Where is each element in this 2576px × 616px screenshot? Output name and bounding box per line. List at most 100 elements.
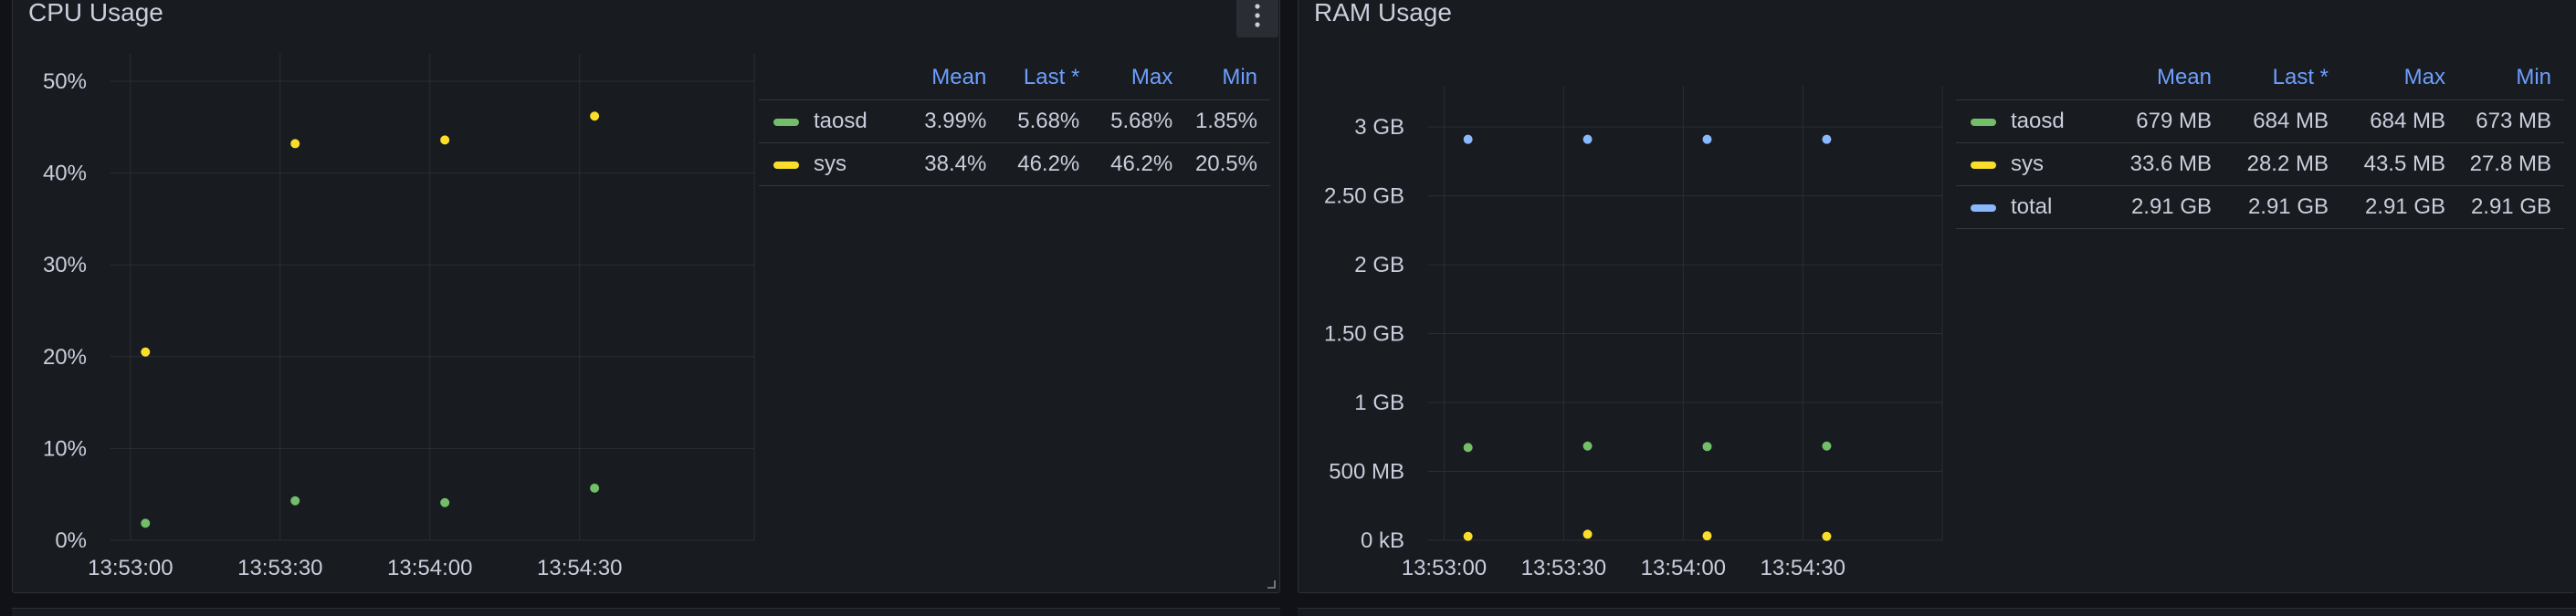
legend-row-sys[interactable]: sys 33.6 MB 28.2 MB 43.5 MB 27.8 MB (1956, 142, 2564, 186)
data-point-sys[interactable] (1463, 531, 1473, 541)
legend-value-last: 2.91 GB (2212, 185, 2329, 229)
legend-value-min: 20.5% (1172, 142, 1270, 186)
legend-row-total[interactable]: total 2.91 GB 2.91 GB 2.91 GB 2.91 GB (1956, 185, 2564, 229)
legend-header-min[interactable]: Min (1172, 56, 1270, 100)
resize-handle-icon[interactable] (1267, 579, 1276, 589)
series-color-swatch (773, 118, 799, 126)
legend-header-min[interactable]: Min (2445, 56, 2564, 100)
y-tick-label: 1 GB (1354, 391, 1404, 415)
legend-header-last[interactable]: Last * (986, 56, 1079, 100)
legend-value-min: 1.85% (1172, 99, 1270, 143)
x-tick-label: 13:53:00 (88, 556, 173, 580)
legend-value-max: 684 MB (2329, 99, 2445, 143)
data-point-sys[interactable] (590, 111, 600, 121)
legend-header-max[interactable]: Max (1079, 56, 1172, 100)
legend-value-max: 43.5 MB (2329, 142, 2445, 186)
series-total (1463, 134, 1832, 144)
legend-series-name[interactable]: taosd (1956, 99, 2093, 143)
y-tick-label: 10% (43, 436, 87, 461)
data-point-total[interactable] (1582, 134, 1593, 144)
legend-series-name[interactable]: sys (759, 142, 894, 186)
series-label: taosd (814, 109, 867, 133)
legend-value-mean: 679 MB (2093, 99, 2212, 143)
data-point-sys[interactable] (440, 135, 450, 145)
data-point-taosd[interactable] (141, 518, 151, 528)
legend-header-row: Mean Last * Max Min (759, 56, 1270, 100)
legend-value-last: 46.2% (986, 142, 1080, 186)
ram-usage-panel: RAM Usage 0 kB 500 MB 1 GB 1.50 GB 2 GB 2.50 … (1298, 0, 2576, 593)
x-tick-label: 13:53:00 (1402, 556, 1487, 580)
legend-value-max: 5.68% (1079, 99, 1173, 143)
legend-row-taosd[interactable]: taosd 679 MB 684 MB 684 MB 673 MB (1956, 99, 2564, 143)
data-point-taosd[interactable] (590, 483, 600, 493)
legend-series-name[interactable]: taosd (759, 99, 894, 143)
y-tick-label: 0 kB (1361, 528, 1404, 553)
y-tick-label: 3 GB (1354, 115, 1404, 140)
y-tick-label: 1.50 GB (1324, 322, 1404, 347)
ram-legend-table: Mean Last * Max Min taosd 679 MB 684 MB … (1956, 56, 2564, 229)
legend-header-mean[interactable]: Mean (2093, 56, 2212, 100)
legend-value-last: 684 MB (2212, 99, 2329, 143)
y-tick-label: 50% (43, 69, 87, 94)
series-label: total (2011, 194, 2053, 219)
y-tick-label: 2.50 GB (1324, 184, 1404, 209)
legend-value-min: 2.91 GB (2445, 185, 2564, 229)
cpu-usage-panel: CPU Usage 0% 10% 20% 30% 40% 50% 13:53:00 13:53… (12, 0, 1280, 593)
legend-header-max[interactable]: Max (2329, 56, 2445, 100)
legend-value-max: 2.91 GB (2329, 185, 2445, 229)
legend-series-name[interactable]: sys (1956, 142, 2093, 186)
y-tick-label: 2 GB (1354, 253, 1404, 277)
legend-value-mean: 3.99% (893, 99, 987, 143)
series-color-swatch (1971, 161, 1996, 169)
legend-row-taosd[interactable]: taosd 3.99% 5.68% 5.68% 1.85% (759, 99, 1270, 143)
chart-grid (110, 54, 755, 541)
legend-value-mean: 2.91 GB (2093, 185, 2212, 229)
data-point-sys[interactable] (1702, 531, 1712, 541)
series-color-swatch (1971, 204, 1996, 212)
series-label: sys (2011, 151, 2044, 176)
data-point-taosd[interactable] (1822, 441, 1832, 451)
series-sys (1463, 529, 1832, 541)
legend-row-sys[interactable]: sys 38.4% 46.2% 46.2% 20.5% (759, 142, 1270, 186)
data-point-total[interactable] (1822, 134, 1832, 144)
legend-value-mean: 38.4% (893, 142, 987, 186)
legend-series-name[interactable]: total (1956, 185, 2093, 229)
data-point-taosd[interactable] (440, 497, 450, 507)
x-tick-label: 13:54:30 (1761, 556, 1845, 580)
series-color-swatch (773, 161, 799, 169)
next-panel-edge (12, 608, 1280, 616)
x-tick-label: 13:53:30 (1521, 556, 1606, 580)
legend-value-max: 46.2% (1079, 142, 1173, 186)
data-point-total[interactable] (1702, 134, 1712, 144)
y-tick-label: 40% (43, 162, 87, 186)
y-tick-label: 0% (55, 528, 87, 553)
data-point-taosd[interactable] (290, 496, 300, 506)
legend-value-last: 5.68% (986, 99, 1080, 143)
data-point-taosd[interactable] (1463, 443, 1473, 453)
chart-grid (1428, 86, 1943, 541)
legend-series-header (1956, 56, 2093, 100)
series-taosd (141, 483, 600, 528)
data-point-sys[interactable] (290, 139, 300, 149)
data-point-total[interactable] (1463, 134, 1473, 144)
x-tick-label: 13:54:00 (387, 556, 472, 580)
legend-value-mean: 33.6 MB (2093, 142, 2212, 186)
x-tick-label: 13:54:00 (1641, 556, 1726, 580)
series-color-swatch (1971, 118, 1996, 126)
series-label: sys (814, 151, 846, 176)
legend-header-last[interactable]: Last * (2212, 56, 2329, 100)
data-point-sys[interactable] (1582, 529, 1593, 539)
y-tick-label: 20% (43, 345, 87, 370)
y-tick-label: 500 MB (1329, 460, 1404, 485)
data-point-taosd[interactable] (1582, 441, 1593, 451)
data-point-sys[interactable] (141, 347, 151, 357)
x-tick-label: 13:53:30 (237, 556, 322, 580)
data-point-sys[interactable] (1822, 531, 1832, 541)
legend-header-row: Mean Last * Max Min (1956, 56, 2564, 100)
legend-header-mean[interactable]: Mean (893, 56, 986, 100)
next-panel-edge (1298, 608, 2576, 616)
series-label: taosd (2011, 109, 2065, 133)
y-tick-label: 30% (43, 253, 87, 277)
data-point-taosd[interactable] (1702, 442, 1712, 452)
legend-series-header (759, 56, 893, 100)
